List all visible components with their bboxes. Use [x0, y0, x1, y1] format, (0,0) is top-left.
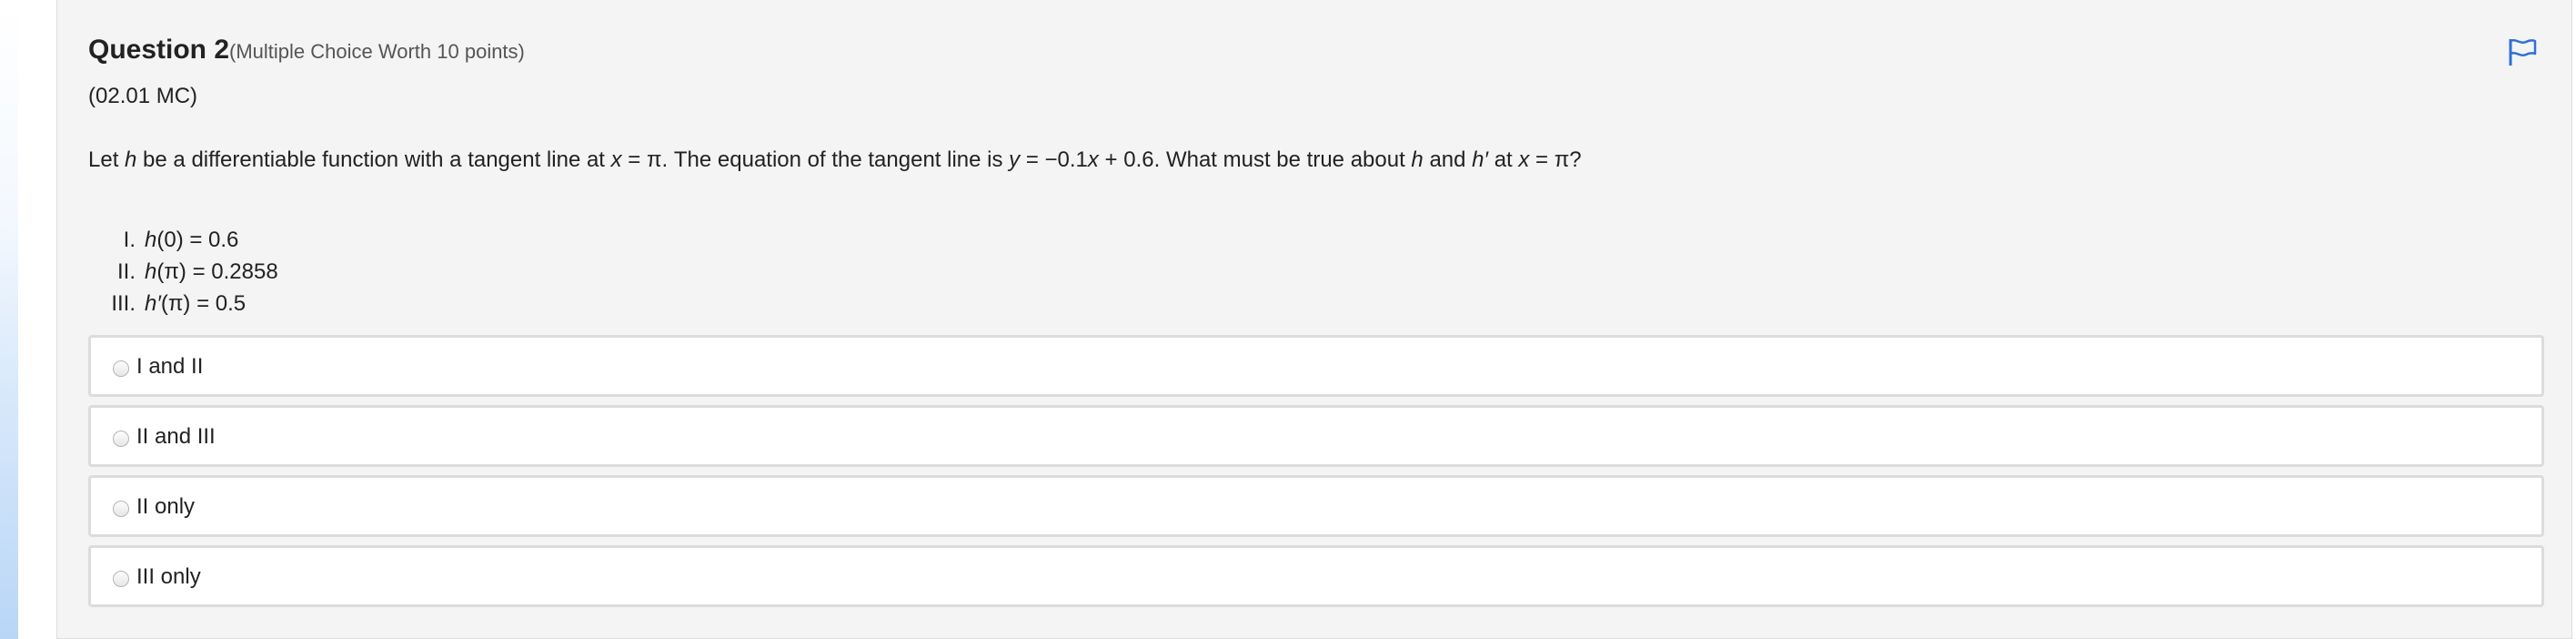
- statement-item: II. h(π) = 0.2858: [88, 256, 278, 288]
- answer-choice-label: II and III: [136, 424, 216, 449]
- statement-function: h: [145, 259, 157, 284]
- answer-choice-label: II only: [136, 494, 196, 519]
- statement-function: h′: [145, 291, 161, 316]
- question-stem: Let h be a differentiable function with …: [88, 147, 1582, 172]
- statement-numeral: II.: [116, 259, 136, 284]
- radio-button[interactable]: [113, 501, 129, 517]
- statement-item: I. h(0) = 0.6: [88, 224, 278, 256]
- flag-icon[interactable]: [2506, 36, 2539, 67]
- statement-expression: (π) = 0.2858: [156, 259, 278, 284]
- statement-expression: (0) = 0.6: [156, 228, 239, 252]
- question-worth: (Multiple Choice Worth 10 points): [229, 40, 525, 63]
- answer-choice-i-and-ii[interactable]: I and II: [88, 335, 2544, 397]
- statement-numeral: I.: [123, 228, 136, 252]
- answer-choice-ii-and-iii[interactable]: II and III: [88, 405, 2544, 467]
- radio-button[interactable]: [113, 431, 129, 447]
- statement-item: III. h′(π) = 0.5: [88, 288, 278, 320]
- left-edge-gradient: [0, 0, 18, 639]
- answer-choice-ii-only[interactable]: II only: [88, 475, 2544, 537]
- statement-list: I. h(0) = 0.6 II. h(π) = 0.2858 III. h′(π) …: [88, 224, 278, 320]
- statement-function: h: [145, 228, 157, 252]
- radio-button[interactable]: [113, 571, 129, 587]
- question-code: (02.01 MC): [88, 84, 198, 108]
- question-header: Question 2(Multiple Choice Worth 10 poin…: [88, 35, 525, 66]
- answer-choice-label: I and II: [136, 354, 204, 379]
- radio-button[interactable]: [113, 360, 129, 377]
- statement-numeral: III.: [111, 291, 136, 316]
- answer-choice-iii-only[interactable]: III only: [88, 545, 2544, 607]
- statement-expression: (π) = 0.5: [160, 291, 247, 316]
- question-panel: Question 2(Multiple Choice Worth 10 poin…: [56, 0, 2572, 639]
- question-title: Question 2: [88, 35, 230, 65]
- answer-choice-label: III only: [136, 564, 201, 589]
